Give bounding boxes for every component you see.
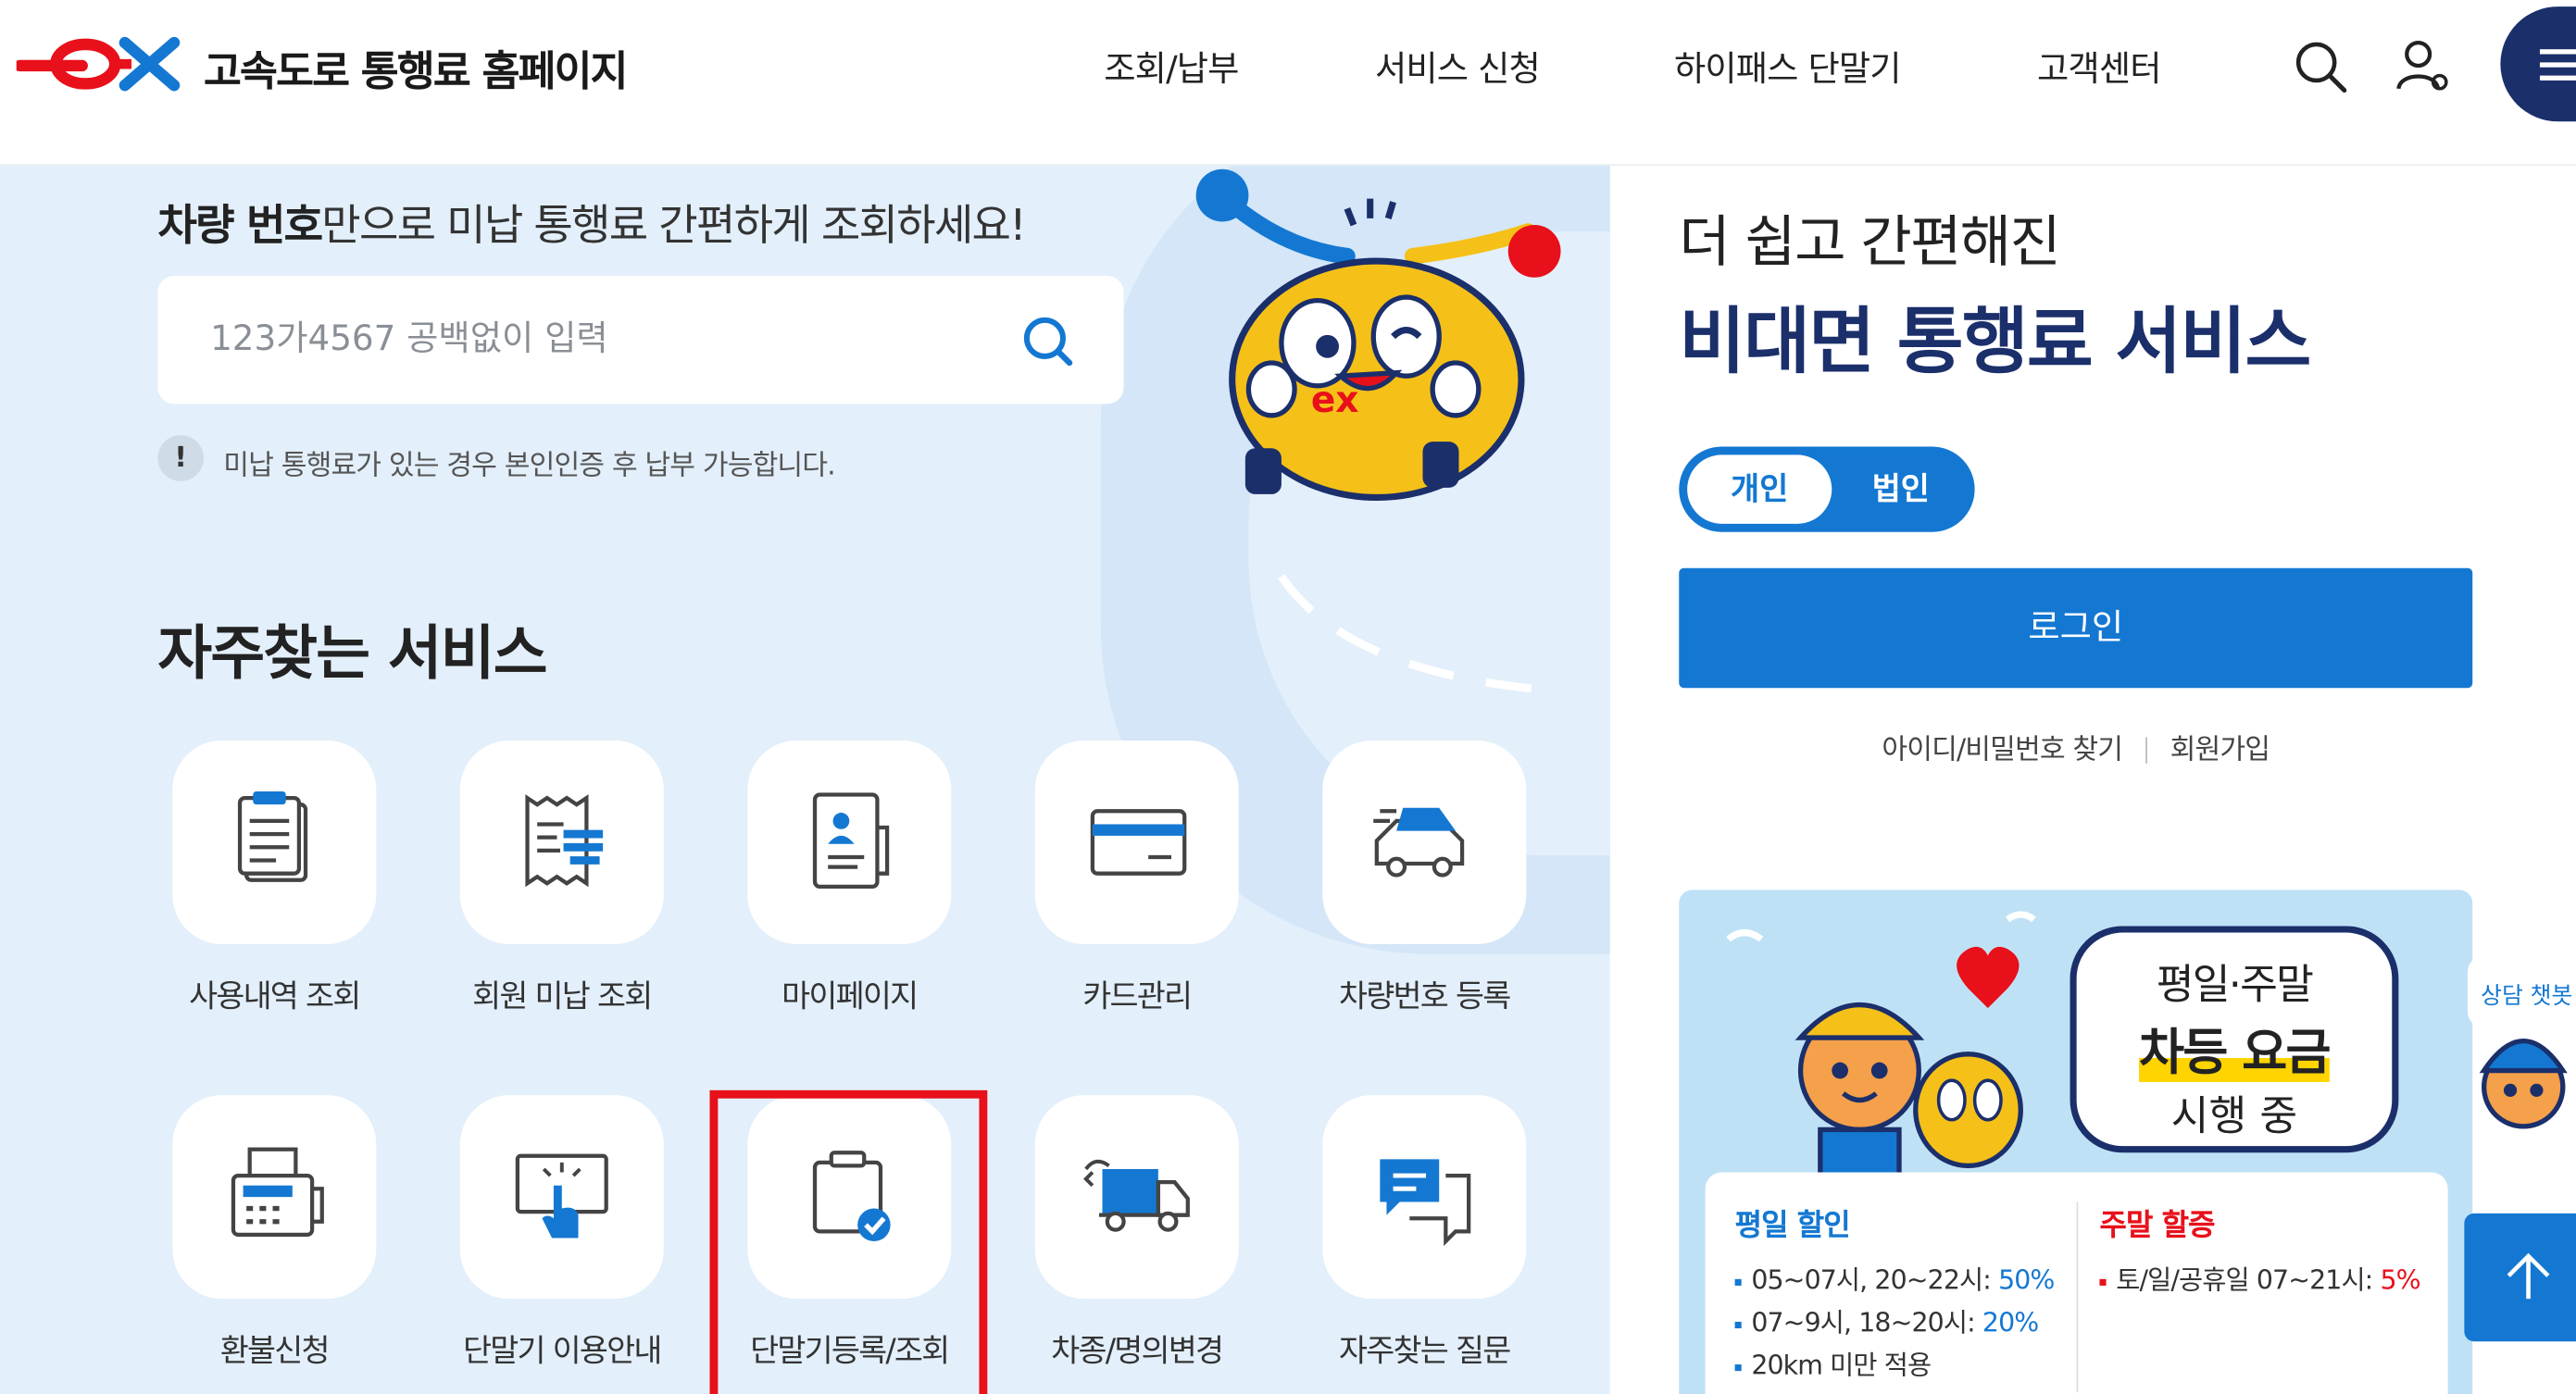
find-id-password-link[interactable]: 아이디/비밀번호 찾기 [1882, 734, 2123, 766]
mascot-illustration: ex [1195, 168, 1561, 502]
service-plate-register[interactable] [1322, 741, 1527, 944]
service-label: 카드관리 [1082, 978, 1193, 1015]
left-panel: 차량 번호만으로 미납 통행료 간편하게 조회하세요! ! 미납 통행료가 있는… [0, 166, 1610, 1394]
bullet [2099, 1277, 2107, 1286]
service-member-unpaid[interactable] [459, 741, 664, 944]
bullet [1734, 1363, 1742, 1371]
divider [2076, 1201, 2079, 1393]
menu-icon-line [2539, 62, 2576, 68]
weekday-item-text: 07~9시, 18~20시: [1751, 1306, 1982, 1338]
weekday-item-text: 20km 미만 적용 [1751, 1350, 1932, 1381]
member-type-toggle: 개인 법인 [1679, 446, 1975, 532]
search-tagline: 차량 번호만으로 미납 통행료 간편하게 조회하세요! [157, 193, 1026, 254]
exclamation-icon: ! [157, 435, 205, 481]
road-dash-lines [1278, 574, 1561, 696]
chatbot-character[interactable] [2464, 1012, 2576, 1143]
receipt-icon [525, 794, 604, 888]
weekday-item-value: 50% [1998, 1263, 2055, 1296]
toggle-personal[interactable]: 개인 [1687, 454, 1832, 524]
truck-swap-icon [1083, 1159, 1190, 1232]
service-label: 자주찾는 질문 [1339, 1333, 1511, 1370]
toll-banner[interactable]: 평일·주말 차등 요금 시행 중 평일 할인 05~07시, 20~22시: 5… [1679, 890, 2473, 1394]
service-label: 사용내역 조회 [189, 978, 361, 1015]
weekend-title: 주말 할증 [2099, 1208, 2215, 1243]
touch-screen-icon [515, 1153, 608, 1238]
bubble-line3: 시행 중 [2170, 1091, 2298, 1140]
right-title: 비대면 통행료 서비스 [1679, 300, 2311, 385]
ex-logo[interactable] [16, 32, 188, 94]
menu-icon-line [2539, 75, 2576, 81]
nav-customer-center[interactable]: 고객센터 [2037, 43, 2161, 92]
arrow-up-icon [2507, 1252, 2550, 1300]
service-card-management[interactable] [1034, 741, 1239, 944]
service-mypage[interactable] [747, 741, 952, 944]
fax-icon [231, 1147, 324, 1238]
plate-search-box [157, 276, 1124, 405]
service-faq[interactable] [1322, 1095, 1527, 1300]
svg-text:ex: ex [1311, 380, 1359, 421]
toggle-corporate[interactable]: 법인 [1844, 454, 1958, 524]
weekend-item-value: 5% [2380, 1263, 2420, 1296]
nav-hipass-device[interactable]: 하이패스 단말기 [1674, 43, 1902, 92]
tagline-rest: 만으로 미납 통행료 간편하게 조회하세요! [321, 202, 1026, 252]
document-list-icon [237, 790, 308, 882]
site-title[interactable]: 고속도로 통행료 홈페이지 [204, 40, 629, 99]
weekday-item: 05~07시, 20~22시: 50% [1734, 1258, 2055, 1298]
service-label: 차종/명의변경 [1051, 1333, 1224, 1370]
bullet [1734, 1321, 1742, 1328]
weekend-item-text: 토/일/공휴일 07~21시: [2116, 1263, 2381, 1296]
weekday-item: 20km 미만 적용 [1734, 1343, 1932, 1383]
right-subtitle: 더 쉽고 간편해진 [1679, 210, 2061, 277]
services-title: 자주찾는 서비스 [157, 620, 547, 689]
plate-search-input[interactable] [210, 312, 982, 365]
credit-card-icon [1090, 809, 1187, 876]
join-link[interactable]: 회원가입 [2170, 734, 2270, 766]
weekday-title: 평일 할인 [1734, 1208, 1851, 1243]
weekend-item: 토/일/공휴일 07~21시: 5% [2099, 1258, 2421, 1298]
speech-bubble: 평일·주말 차등 요금 시행 중 [2070, 926, 2399, 1153]
menu-icon [2539, 49, 2576, 55]
site-header: 고속도로 통행료 홈페이지 조회/납부 서비스 신청 하이패스 단말기 고객센터 [0, 0, 2576, 167]
bubble-line1: 평일·주말 [2156, 960, 2314, 1009]
highlight-box [709, 1089, 988, 1394]
service-label: 회원 미납 조회 [472, 978, 653, 1015]
service-refund[interactable] [172, 1095, 377, 1300]
notice-text: 미납 통행료가 있는 경우 본인인증 후 납부 가능합니다. [223, 450, 835, 483]
divider [2145, 737, 2147, 764]
service-device-guide[interactable] [459, 1095, 664, 1300]
tagline-bold: 차량 번호 [157, 202, 323, 252]
nav-service-apply[interactable]: 서비스 신청 [1375, 43, 1541, 92]
service-label: 환불신청 [219, 1333, 331, 1370]
bubble-line2-text: 차등 요금 [2139, 1024, 2331, 1082]
service-usage-history[interactable] [172, 741, 377, 944]
account-links: 아이디/비밀번호 찾기 회원가입 [1679, 726, 2472, 766]
car-icon [1373, 807, 1465, 877]
weekday-item: 07~9시, 18~20시: 20% [1734, 1301, 2039, 1340]
menu-button[interactable] [2500, 6, 2576, 122]
scroll-top-button[interactable] [2464, 1213, 2576, 1342]
service-label: 마이페이지 [782, 978, 919, 1015]
user-icon[interactable] [2392, 36, 2451, 95]
service-label: 단말기 이용안내 [462, 1333, 662, 1370]
bubble-line2: 차등 요금 [2077, 1012, 2393, 1084]
service-vehicle-owner-change[interactable] [1034, 1095, 1239, 1300]
service-label: 차량번호 등록 [1339, 978, 1511, 1015]
profile-card-icon [812, 792, 890, 890]
search-icon[interactable] [1015, 308, 1081, 374]
login-button[interactable]: 로그인 [1679, 567, 2473, 689]
weekday-item-text: 05~07시, 20~22시: [1751, 1263, 1999, 1296]
bullet [1734, 1277, 1742, 1286]
nav-inquiry-payment[interactable]: 조회/납부 [1104, 43, 1239, 92]
search-icon[interactable] [2290, 36, 2349, 95]
chat-icon [1380, 1159, 1471, 1247]
rate-info-card: 평일 할인 05~07시, 20~22시: 50% 07~9시, 18~20시:… [1705, 1172, 2448, 1394]
weekday-item-value: 20% [1982, 1306, 2039, 1338]
